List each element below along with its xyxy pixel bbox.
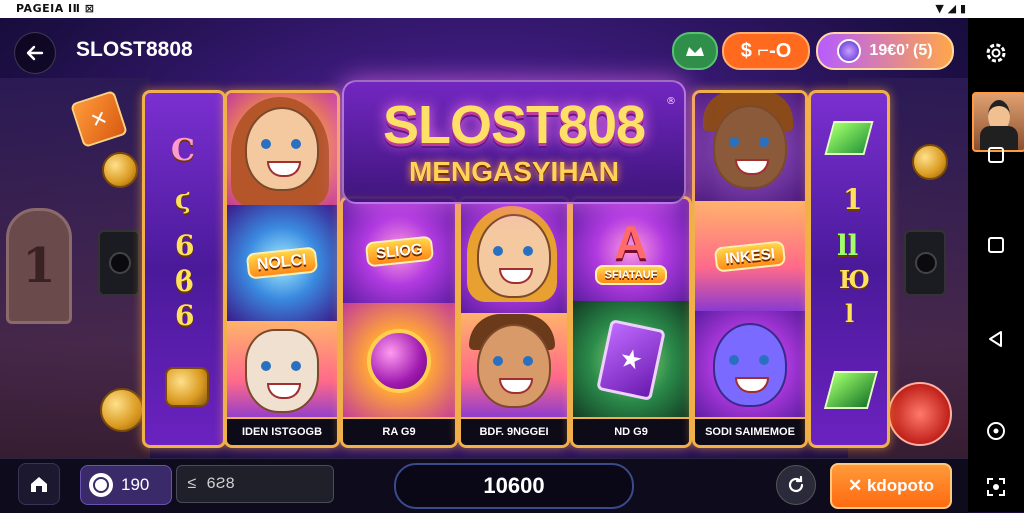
status-left-text: PAGEIA ⅠⅡ ⊠ [16,2,95,15]
flag-symbol [824,121,874,155]
reel-symbol: l [845,299,855,328]
grid-menu-button[interactable] [979,470,1013,504]
registered-mark: ® [666,96,676,107]
home-icon [31,477,47,492]
flag-symbol [823,371,879,409]
reel-7: 1 ll Ю l [808,90,890,448]
rank-button[interactable] [672,32,718,70]
card-symbol-cell: ★ [573,301,689,419]
girl-face [245,107,319,191]
star-card-symbol: ★ [596,318,666,402]
nav-back-button[interactable] [979,322,1013,356]
square-icon [988,147,1004,163]
crown-icon [686,47,704,56]
settings-button[interactable] [979,36,1013,70]
reel-label: SODI SAIMEMOE [695,417,805,445]
word-symbol: INKESI [713,239,787,273]
bet-input[interactable]: ≤ 6Ƨ8 [176,465,334,503]
refresh-icon [788,475,804,493]
word-symbol-cell: NOLCI [227,205,337,321]
back-button[interactable] [14,32,56,74]
app-title: SLOST8808 [76,38,193,61]
home-button[interactable] [18,463,60,505]
plum-symbol [367,329,431,393]
reel-label: ND G9 [573,417,689,445]
girl-face [477,214,551,298]
reel-6: INKESI SODI SAIMEMOE [692,90,808,448]
character-symbol [695,93,805,201]
word-symbol: NOLCI [245,246,319,280]
reel-1: C ϛ 6 ϐ 6 [142,90,226,448]
word-symbol-cell: INKESI [695,201,805,311]
reel-label: RA G9 [343,417,455,445]
nav-square-button[interactable] [979,138,1013,172]
adventurer-face [477,324,551,408]
logo-title: SLOST808 [382,95,646,155]
word-symbol: SLIOG [364,235,434,267]
balance-display: 190 [80,465,172,505]
balance-value: 190 [121,475,150,494]
coin-icon [89,473,113,497]
letter-a-symbol: A [614,216,648,268]
character-symbol [227,321,337,421]
warrior-face [713,105,787,189]
arrow-left-icon [26,45,44,61]
reel-symbol: 1 [843,183,863,216]
reel-symbol: 6 [175,229,195,262]
square-icon [988,237,1004,253]
reel-5: A SFIATAUF ★ ND G9 [570,196,692,448]
gem-pill[interactable]: 19€0’ (5) [816,32,954,70]
autoplay-button[interactable] [776,465,816,505]
gem-pill-text: 19€0’ (5) [869,42,933,59]
triangle-back-icon [989,331,1002,347]
signal-icon: ◢ [947,2,957,15]
recent-apps-button[interactable] [979,228,1013,262]
win-display: 10600 [394,463,634,509]
reel-symbol: ll [837,229,859,262]
battery-icon: ▮ [959,2,966,15]
speaker-right-decoration [904,230,946,296]
letter-symbol-cell: A SFIATAUF [573,199,689,301]
word-symbol-cell: SLIOG [343,199,455,303]
reel-symbol: ϛ [175,185,191,215]
assistant-button[interactable] [979,414,1013,448]
reel-3: SLIOG RA G9 [340,196,458,448]
reel-2: NOLCI IDEN ISTGOGB [224,90,340,448]
monster-face [713,323,787,407]
reel-symbol: Ю [839,265,870,294]
game-logo: SLOST808 MENGASYIHAN ® [342,80,686,204]
reel-label: BDF. 9NGGEI [461,417,567,445]
logo-subtitle: MENGASYIHAN [408,156,619,187]
currency-pill[interactable]: $ ⌐-O [722,32,810,70]
word-symbol: SFIATAUF [594,265,668,285]
coin-decoration [100,388,144,432]
chat-icon [987,422,1005,440]
red-chip-decoration [888,382,952,446]
character-symbol [461,313,567,419]
character-symbol [227,93,337,205]
wifi-icon: ▼ [935,2,944,15]
reel-symbol: C [171,133,195,168]
fruit-symbol-cell [343,303,455,419]
scan-icon [987,478,1005,496]
character-symbol [461,199,567,313]
status-bar: PAGEIA ⅠⅡ ⊠ ▼ ◢ ▮ [0,0,1024,18]
cat-face [245,329,319,413]
gold-block-symbol [165,367,209,407]
reel-symbol: ϐ [175,265,194,298]
reel-4: BDF. 9NGGEI [458,196,570,448]
coin-decoration [102,152,138,188]
spin-button[interactable]: ✕ kdopoto [830,463,952,509]
gem-icon [837,39,862,63]
status-right-icons: ▼ ◢ ▮ [935,2,966,15]
speaker-left-decoration [98,230,140,296]
gear-icon [986,43,1006,63]
reel-symbol: 6 [175,299,195,332]
tombstone-decoration: 1 [6,208,72,324]
coin-decoration [912,144,948,180]
character-symbol [695,311,805,419]
reel-label: IDEN ISTGOGB [227,417,337,445]
